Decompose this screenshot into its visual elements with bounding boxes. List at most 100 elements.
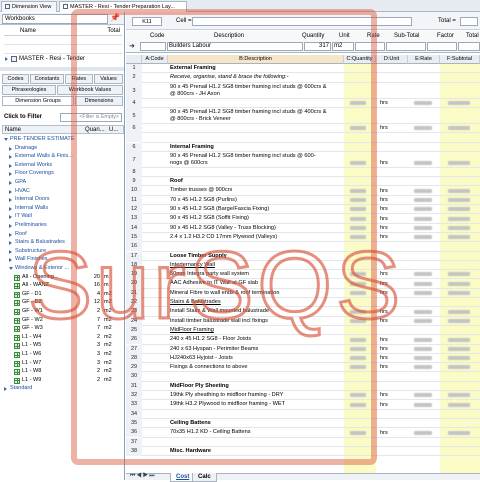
col-header-description[interactable]: B:Description — [168, 55, 344, 64]
row-number[interactable]: 20 — [126, 279, 142, 289]
sheet-tab-calc[interactable]: Calc — [192, 473, 217, 482]
col-header-subtotal[interactable]: F:Subtotal — [440, 55, 480, 64]
expand-icon[interactable] — [9, 224, 13, 228]
row-unit[interactable]: hrs — [380, 206, 388, 212]
row-unit[interactable]: hrs — [380, 337, 388, 343]
tree-item[interactable]: Substructure — [2, 248, 124, 256]
tab-values[interactable]: Values — [94, 74, 123, 84]
code-input[interactable] — [140, 42, 166, 51]
row-description[interactable]: Internal Framing — [170, 144, 342, 151]
row-number[interactable]: 24 — [126, 316, 142, 326]
expand-icon[interactable] — [9, 146, 13, 151]
tree-item[interactable]: L1 - W8 2 m2 — [2, 368, 124, 376]
col-header-rate[interactable]: E:Rate — [408, 55, 440, 64]
tree-item[interactable]: Preliminaries — [2, 222, 124, 230]
row-number[interactable]: 37 — [126, 437, 142, 447]
row-unit[interactable]: hrs — [380, 309, 388, 315]
row-number[interactable]: 34 — [126, 409, 142, 419]
tree-item[interactable]: External Walls & Finis... — [2, 153, 124, 161]
collapse-icon[interactable] — [9, 267, 13, 271]
rate-input[interactable] — [355, 42, 385, 51]
expand-icon[interactable] — [4, 387, 8, 392]
tree-item[interactable]: Internal Doors — [2, 196, 124, 204]
row-number[interactable]: 13 — [126, 214, 142, 224]
row-number[interactable]: 10 — [126, 186, 142, 196]
expand-icon[interactable] — [9, 241, 13, 246]
tab-constants[interactable]: Constants — [30, 74, 64, 84]
tab-codes[interactable]: Codes — [2, 74, 29, 84]
row-number[interactable] — [126, 133, 142, 143]
row-description[interactable]: Mineral Fibre to wall ends & roof termin… — [170, 290, 342, 297]
row-description[interactable]: Misc. Hardware — [170, 448, 342, 455]
row-description[interactable]: Loose Timber Supply — [170, 253, 342, 260]
row-number[interactable]: 1 — [126, 64, 142, 74]
row-number[interactable]: 9 — [126, 177, 142, 187]
tree-item[interactable]: L1 - W5 3 m2 — [2, 342, 124, 350]
row-number[interactable]: 38 — [126, 446, 142, 457]
filter-label[interactable]: Click to Filter — [4, 114, 42, 120]
row-description[interactable]: 70x35 H1.2 KD - Ceiling Battens — [170, 429, 342, 436]
row-number[interactable]: 16 — [126, 242, 142, 252]
row-description[interactable]: 90 x 45 H1.2 SG8 (Barge/Fascia Fixing) — [170, 206, 342, 213]
row-number[interactable]: 18 — [126, 260, 142, 271]
row-unit[interactable]: hrs — [380, 430, 388, 436]
tree-item[interactable]: All - WANZ 16 m — [2, 282, 124, 290]
row-description[interactable]: 70 x 45 H1.2 SG8 (Purlins) — [170, 197, 342, 204]
splitter[interactable] — [0, 67, 124, 71]
row-number[interactable]: 19 — [126, 270, 142, 280]
workbook-row[interactable]: MASTER - Resi - Tender — [4, 55, 122, 64]
pin-icon[interactable]: 📌 — [110, 13, 120, 22]
tab-workbook-values[interactable]: Workbook Values — [57, 85, 123, 95]
expand-icon[interactable] — [9, 206, 13, 211]
row-number[interactable]: 30 — [126, 372, 142, 382]
tree-item[interactable]: L1 - W4 2 m2 — [2, 334, 124, 342]
row-description[interactable]: Stairs & Balustrades — [170, 299, 342, 306]
row-unit[interactable]: hrs — [380, 346, 388, 352]
row-description[interactable]: Install Stairs & Wall mounted balustrade — [170, 308, 342, 315]
row-number[interactable]: 25 — [126, 325, 142, 336]
row-description[interactable]: HJ240x63 Hyjoist - Joists — [170, 355, 342, 362]
row-description[interactable]: 2.4 x 1.2 H3.2 CD 17mm Plywood (Valleys) — [170, 234, 342, 241]
row-number[interactable]: 35 — [126, 418, 142, 429]
worksheet-grid[interactable]: A:Code B:Description C:Quantity D:Unit E… — [126, 55, 480, 473]
row-number[interactable]: 33 — [126, 400, 142, 410]
row-description[interactable]: 50mm Integra party wall system — [170, 271, 342, 278]
expand-icon[interactable] — [9, 155, 13, 160]
row-unit[interactable]: hrs — [380, 318, 388, 324]
row-description[interactable]: Timber trusses @ 900crs — [170, 187, 342, 194]
tab-dimension-groups[interactable]: Dimension Groups — [2, 96, 74, 106]
row-number[interactable]: 7 — [126, 151, 142, 168]
tree-item[interactable]: GF - W2 7 m2 — [2, 317, 124, 325]
row-unit[interactable]: hrs — [380, 225, 388, 231]
expand-icon[interactable] — [9, 172, 13, 177]
row-unit[interactable]: hrs — [380, 355, 388, 361]
tree-item[interactable]: Roof — [2, 231, 124, 239]
row-number[interactable]: 2 — [126, 73, 142, 83]
tab-master-workbook[interactable]: MASTER - Resi - Tender Preparation Lay..… — [59, 1, 187, 12]
col-header-unit[interactable]: D:Unit — [376, 55, 408, 64]
arrow-right-icon[interactable]: ➜ — [129, 42, 135, 50]
row-description[interactable]: Interternancy Wall — [170, 262, 342, 269]
row-description[interactable]: Install timber balustrade wall incl fixi… — [170, 318, 342, 325]
tree-item[interactable]: Standard — [2, 385, 124, 393]
row-description[interactable]: 90 x 45 Prenail H1.2 SG8 timber framing … — [170, 84, 342, 98]
row-unit[interactable]: hrs — [380, 290, 388, 296]
quantity-input[interactable]: 317 — [304, 42, 331, 51]
tree-item[interactable]: All - Opening... 20 m — [2, 274, 124, 282]
tree-item[interactable]: L1 - W9 2 m2 — [2, 377, 124, 385]
tree-item[interactable]: Wall Finishes — [2, 256, 124, 264]
tree-item[interactable]: GF - W3 7 m2 — [2, 325, 124, 333]
tab-dimension-view[interactable]: Dimension View — [1, 1, 57, 12]
tab-rates[interactable]: Rates — [65, 74, 93, 84]
description-input[interactable]: Builders Labour — [167, 42, 303, 51]
row-number[interactable]: 32 — [126, 391, 142, 401]
expand-icon[interactable] — [9, 232, 13, 237]
expand-icon[interactable] — [9, 189, 13, 194]
row-number[interactable]: 22 — [126, 298, 142, 308]
expand-icon[interactable] — [5, 57, 9, 61]
tree-item[interactable]: Drainage — [2, 145, 124, 153]
row-description[interactable]: 90 x 45 Prenail H1.2 SG8 timber framing … — [170, 153, 342, 167]
row-number[interactable]: 6 — [126, 142, 142, 152]
row-description[interactable]: 240 x 63 Hyspan - Perimiter Beams — [170, 346, 342, 353]
row-description[interactable]: 19thk H3.2 Plywood to midfloor framing -… — [170, 401, 342, 408]
